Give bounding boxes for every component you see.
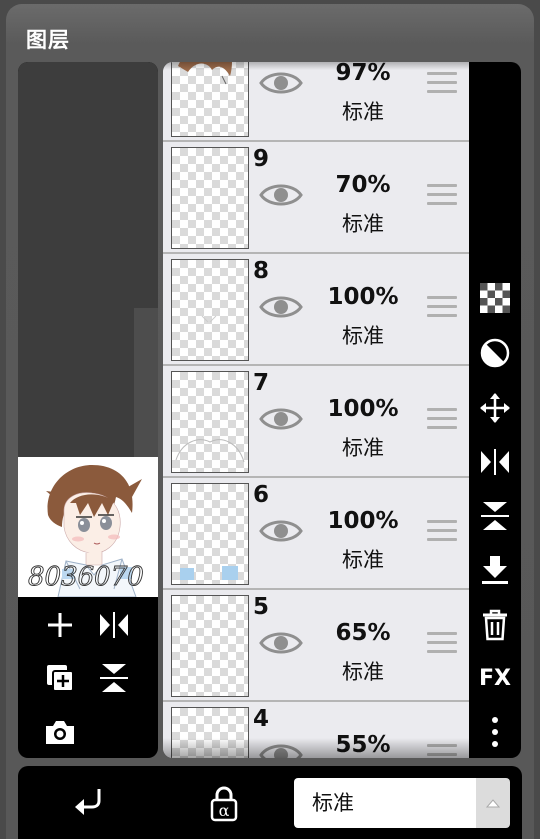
layer-number: 8 [253,258,270,284]
layer-row[interactable]: 5 65% 标准 [163,590,469,702]
duplicate-layer-button[interactable] [42,660,78,696]
flip-vertical-icon [481,502,509,530]
layer-thumbnail [171,147,249,249]
layer-blend-mode: 标准 [342,548,384,572]
layer-thumbnail [171,595,249,697]
eye-icon[interactable] [259,516,303,546]
panel-title: 图层 [26,28,70,52]
layer-opacity: 65% [335,620,391,646]
blend-mode-dropdown-button[interactable] [476,778,510,828]
layer-thumbnail [171,371,249,473]
layer-bottom-bar: α 标准 [18,766,522,839]
flip-vertical-layer-button[interactable] [477,498,513,534]
artwork-preview[interactable]: 8036070 [18,457,158,597]
layer-opacity: 100% [327,396,399,422]
camera-button[interactable] [42,714,78,750]
character-drawing: 8036070 [28,465,144,597]
drag-handle-icon[interactable] [427,408,457,430]
clip-arrow-icon [75,789,101,815]
drag-handle-icon[interactable] [427,632,457,654]
layer-row[interactable]: 8 100% 标准 [163,254,469,366]
layer-number: 7 [253,370,270,396]
layer-thumbnail [171,483,249,585]
checkerboard-icon [480,283,510,313]
layer-row[interactable]: 97% 标准 [163,62,469,142]
canvas-view[interactable] [18,62,158,458]
layer-opacity: 100% [327,508,399,534]
drag-handle-icon[interactable] [427,184,457,206]
signature: 8036070 [28,562,144,592]
eye-icon[interactable] [259,68,303,98]
move-icon [480,393,510,423]
layer-number: 5 [253,594,270,620]
layer-blend-mode: 标准 [342,212,384,236]
alpha-lock-icon: α [210,786,238,822]
half-circle-icon [480,338,510,368]
layer-tools-toolbar: FX [469,62,521,758]
flip-horizontal-icon [100,612,128,638]
layer-thumbnail [171,259,249,361]
eye-icon[interactable] [259,292,303,322]
transparency-button[interactable] [477,280,513,316]
add-layer-button[interactable] [42,607,78,643]
clipping-button[interactable] [68,784,108,824]
flip-horizontal-layer-button[interactable] [477,444,513,480]
merge-down-icon [482,556,508,584]
layer-blend-mode: 标准 [342,324,384,348]
flip-horizontal-button[interactable] [96,607,132,643]
flip-vertical-icon [100,664,128,692]
canvas-preview-column: 8036070 [18,62,158,758]
alpha-lock-button[interactable]: α [204,784,244,824]
add-layer-icon [48,613,72,637]
eye-icon[interactable] [259,404,303,434]
drag-handle-icon[interactable] [427,72,457,94]
flip-horizontal-icon [481,449,509,475]
blend-mode-select[interactable]: 标准 [294,778,476,828]
layer-thumbnail [171,62,249,137]
layer-blend-mode: 标准 [342,660,384,684]
flip-vertical-button[interactable] [96,660,132,696]
layer-blend-mode: 标准 [342,436,384,460]
svg-text:α: α [219,801,230,820]
layer-number: 4 [253,706,270,732]
drag-handle-icon[interactable] [427,296,457,318]
layer-opacity: 70% [335,172,391,198]
layer-row[interactable]: 9 70% 标准 [163,142,469,254]
merge-down-button[interactable] [477,552,513,588]
chevron-up-icon [486,799,500,808]
layer-blend-mode: 标准 [342,100,384,124]
more-vertical-icon [492,717,498,747]
layer-number: 6 [253,482,270,508]
layer-number: 9 [253,146,270,172]
trash-icon [483,609,507,641]
eye-icon[interactable] [259,628,303,658]
layer-row[interactable]: 6 100% 标准 [163,478,469,590]
drag-handle-icon[interactable] [427,520,457,542]
more-options-button[interactable] [477,714,513,750]
layer-list[interactable]: 97% 标准 9 70% 标准 8 100% 标准 7 100% 标准 6 10… [163,62,469,758]
camera-icon [46,721,74,744]
duplicate-layer-icon [47,665,74,692]
move-layer-button[interactable] [477,390,513,426]
eye-icon[interactable] [259,180,303,210]
layer-opacity: 100% [327,284,399,310]
delete-layer-button[interactable] [477,607,513,643]
fx-button[interactable]: FX [477,660,513,696]
layer-row[interactable]: 7 100% 标准 [163,366,469,478]
fill-layer-button[interactable] [477,335,513,371]
